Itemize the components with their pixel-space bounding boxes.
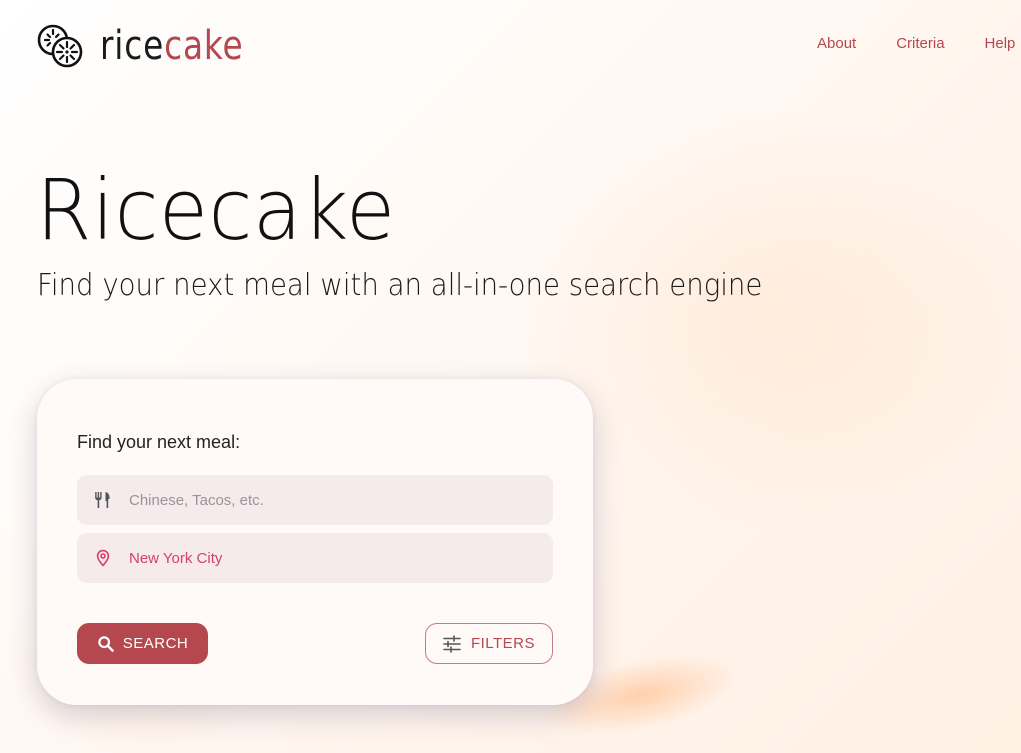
brand-name-part2: cake xyxy=(164,23,244,69)
filters-button-label: FILTERS xyxy=(470,635,536,652)
search-icon xyxy=(97,635,115,653)
search-card-label: Find your next meal: xyxy=(77,432,241,452)
utensils-icon xyxy=(93,490,113,510)
top-nav: About Criteria Help xyxy=(817,34,1021,54)
brand-logo-link[interactable]: ricecake xyxy=(36,22,275,70)
sliders-icon xyxy=(443,634,461,653)
page-title: Ricecake xyxy=(36,161,396,259)
location-input[interactable] xyxy=(127,542,531,574)
rice-cake-logo-icon xyxy=(37,24,83,68)
background-glow xyxy=(520,110,1021,530)
brand-name-part1: rice xyxy=(100,23,165,69)
brand-wordmark: ricecake xyxy=(100,22,244,70)
search-button[interactable]: SEARCH xyxy=(77,623,208,664)
map-pin-icon xyxy=(93,548,113,568)
page-subtitle: Find your next meal with an all-in-one s… xyxy=(37,268,763,303)
filters-button[interactable]: FILTERS xyxy=(425,623,553,664)
search-button-label: SEARCH xyxy=(122,635,189,652)
nav-link-about[interactable]: About xyxy=(817,34,856,54)
search-card: Find your next meal: Chinese, Tacos, etc… xyxy=(37,379,593,705)
location-field xyxy=(77,533,553,583)
cuisine-field xyxy=(77,475,553,525)
nav-link-criteria[interactable]: Criteria xyxy=(896,34,944,54)
cuisine-input[interactable] xyxy=(127,484,531,516)
nav-link-help[interactable]: Help xyxy=(985,34,1016,54)
